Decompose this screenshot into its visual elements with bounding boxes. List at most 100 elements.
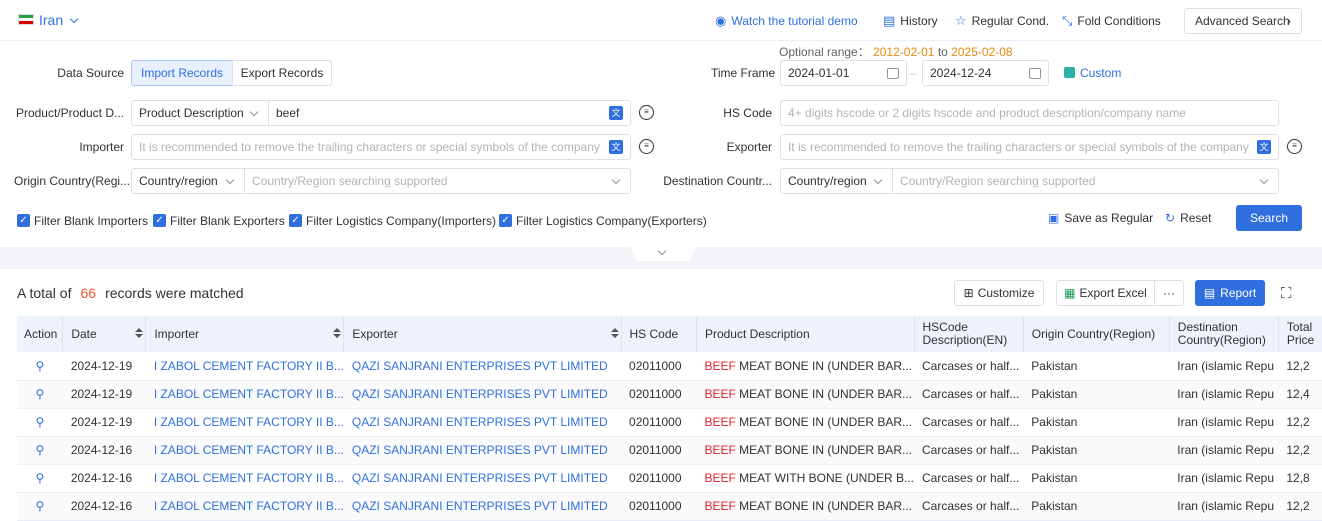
cell-destination: Iran (islamic Repu — [1169, 380, 1279, 409]
save-regular-button[interactable]: ▣ Save as Regular — [1048, 211, 1153, 225]
col-total-price: Total Price — [1278, 316, 1322, 352]
start-date-input[interactable]: 2024-01-01 — [780, 60, 907, 86]
cell-total-price: 12,2 — [1278, 352, 1322, 381]
optional-range: Optional range： 2012-02-01 to 2025-02-08 — [779, 45, 1013, 59]
cell-hs-code: 02011000 — [621, 436, 697, 465]
destination-country-input[interactable]: Country/Region searching supported — [892, 168, 1279, 194]
col-importer[interactable]: Importer — [145, 316, 345, 352]
customize-icon: ⊞ — [963, 286, 974, 300]
calendar-icon — [887, 68, 899, 79]
filter-label: Filter Logistics Company(Exporters) — [516, 214, 707, 228]
importer-input[interactable]: It is recommended to remove the trailing… — [131, 134, 631, 160]
exporter-input[interactable]: It is recommended to remove the trailing… — [780, 134, 1279, 160]
cell-exporter[interactable]: QAZI SANJRANI ENTERPRISES PVT LIMITED — [343, 492, 622, 521]
custom-range-link[interactable]: Custom — [1064, 66, 1121, 80]
translate-icon[interactable]: 文 — [609, 140, 623, 154]
country-selector[interactable]: Iran — [39, 12, 79, 28]
table-row[interactable]: ⚲ 2024-12-19 I ZABOL CEMENT FACTORY II B..… — [17, 380, 1322, 409]
cell-hscode-description: Carcases or half... — [914, 408, 1024, 437]
cell-importer[interactable]: I ZABOL CEMENT FACTORY II B... — [145, 352, 344, 381]
chevron-down-icon — [1259, 175, 1269, 185]
translate-icon[interactable]: 文 — [609, 106, 623, 120]
cell-product-description: BEEF MEAT BONE IN (UNDER BAR... — [696, 352, 915, 381]
custom-icon — [1064, 67, 1075, 78]
cell-destination: Iran (islamic Repu — [1169, 492, 1279, 521]
table-row[interactable]: ⚲ 2024-12-16 I ZABOL CEMENT FACTORY II B..… — [17, 436, 1322, 465]
cell-importer[interactable]: I ZABOL CEMENT FACTORY II B... — [145, 464, 344, 493]
synonym-icon[interactable]: ≡ — [1287, 139, 1302, 154]
cell-hscode-description: Carcases or half... — [914, 464, 1024, 493]
cell-importer[interactable]: I ZABOL CEMENT FACTORY II B... — [145, 380, 344, 409]
cell-exporter[interactable]: QAZI SANJRANI ENTERPRISES PVT LIMITED — [343, 436, 622, 465]
advanced-search-button[interactable]: Advanced Search › — [1184, 8, 1302, 34]
view-detail-icon[interactable]: ⚲ — [17, 408, 63, 437]
export-records-tab[interactable]: Export Records — [232, 60, 332, 86]
cell-importer[interactable]: I ZABOL CEMENT FACTORY II B... — [145, 408, 344, 437]
fold-conditions-link[interactable]: ⤡ Fold Conditions — [1062, 13, 1161, 29]
product-input[interactable]: beef 文 — [268, 100, 631, 126]
view-detail-icon[interactable]: ⚲ — [17, 492, 63, 521]
cell-date: 2024-12-19 — [62, 352, 146, 381]
cell-product-description: BEEF MEAT BONE IN (UNDER BAR... — [696, 436, 915, 465]
origin-type-select[interactable]: Country/region — [131, 168, 245, 194]
synonym-icon[interactable]: ≡ — [639, 139, 654, 154]
translate-icon[interactable]: 文 — [1257, 140, 1271, 154]
chevron-right-icon: › — [1287, 14, 1291, 28]
chevron-down-icon — [69, 14, 79, 24]
cell-date: 2024-12-16 — [62, 492, 146, 521]
excel-icon: ▦ — [1064, 286, 1076, 300]
table-row[interactable]: ⚲ 2024-12-16 I ZABOL CEMENT FACTORY II B..… — [17, 464, 1322, 493]
cell-origin: Pakistan — [1023, 436, 1170, 465]
reset-button[interactable]: ↻ Reset — [1165, 211, 1211, 225]
view-detail-icon[interactable]: ⚲ — [17, 380, 63, 409]
table-row[interactable]: ⚲ 2024-12-19 I ZABOL CEMENT FACTORY II B..… — [17, 408, 1322, 437]
filter-blank-importers-checkbox[interactable]: ✓ — [17, 214, 30, 227]
fullscreen-icon[interactable]: ⛶ — [1281, 285, 1292, 302]
history-link[interactable]: ▤ History — [883, 13, 938, 29]
cell-total-price: 12,4 — [1278, 380, 1322, 409]
view-detail-icon[interactable]: ⚲ — [17, 352, 63, 381]
end-date-input[interactable]: 2024-12-24 — [922, 60, 1049, 86]
table-header-row: Action Date Importer Exporter HS Code Pr… — [17, 316, 1322, 352]
filter-logistics-importers-checkbox[interactable]: ✓ — [289, 214, 302, 227]
view-detail-icon[interactable]: ⚲ — [17, 464, 63, 493]
customize-button[interactable]: ⊞ Customize — [954, 280, 1044, 306]
regular-cond-link[interactable]: ☆ Regular Cond. — [955, 13, 1049, 29]
cell-exporter[interactable]: QAZI SANJRANI ENTERPRISES PVT LIMITED — [343, 380, 622, 409]
col-exporter[interactable]: Exporter — [343, 316, 622, 352]
col-action: Action — [17, 316, 64, 352]
date-separator: – — [910, 66, 917, 80]
cell-product-description: BEEF MEAT BONE IN (UNDER BAR... — [696, 380, 915, 409]
col-date[interactable]: Date — [62, 316, 147, 352]
filter-logistics-exporters-checkbox[interactable]: ✓ — [499, 214, 512, 227]
origin-country-input[interactable]: Country/Region searching supported — [244, 168, 631, 194]
cell-importer[interactable]: I ZABOL CEMENT FACTORY II B... — [145, 492, 344, 521]
chevron-down-icon — [611, 175, 621, 185]
results-table: Action Date Importer Exporter HS Code Pr… — [17, 316, 1322, 521]
cell-total-price: 12,2 — [1278, 408, 1322, 437]
cell-importer[interactable]: I ZABOL CEMENT FACTORY II B... — [145, 436, 344, 465]
report-button[interactable]: ▤ Report — [1195, 280, 1265, 306]
report-icon: ▤ — [1203, 286, 1216, 300]
filter-blank-exporters-checkbox[interactable]: ✓ — [153, 214, 166, 227]
cell-exporter[interactable]: QAZI SANJRANI ENTERPRISES PVT LIMITED — [343, 408, 622, 437]
table-row[interactable]: ⚲ 2024-12-16 I ZABOL CEMENT FACTORY II B..… — [17, 492, 1322, 521]
table-row[interactable]: ⚲ 2024-12-19 I ZABOL CEMENT FACTORY II B..… — [17, 352, 1322, 381]
tutorial-link[interactable]: ◉ Watch the tutorial demo — [715, 13, 858, 29]
search-button[interactable]: Search — [1236, 205, 1302, 231]
export-excel-button[interactable]: ▦ Export Excel — [1056, 280, 1155, 306]
col-product-description: Product Description — [696, 316, 915, 352]
cell-exporter[interactable]: QAZI SANJRANI ENTERPRISES PVT LIMITED — [343, 352, 622, 381]
import-records-tab[interactable]: Import Records — [131, 60, 233, 86]
col-hscode-description: HSCode Description(EN) — [914, 316, 1024, 352]
more-button[interactable]: ··· — [1154, 280, 1184, 306]
keyword-highlight: BEEF — [704, 499, 736, 513]
destination-type-select[interactable]: Country/region — [780, 168, 893, 194]
view-detail-icon[interactable]: ⚲ — [17, 436, 63, 465]
product-type-select[interactable]: Product Description — [131, 100, 269, 126]
synonym-icon[interactable]: ≡ — [639, 105, 654, 120]
cell-origin: Pakistan — [1023, 492, 1170, 521]
cell-exporter[interactable]: QAZI SANJRANI ENTERPRISES PVT LIMITED — [343, 464, 622, 493]
cell-hscode-description: Carcases or half... — [914, 492, 1024, 521]
hs-code-input[interactable]: 4+ digits hscode or 2 digits hscode and … — [780, 100, 1279, 126]
